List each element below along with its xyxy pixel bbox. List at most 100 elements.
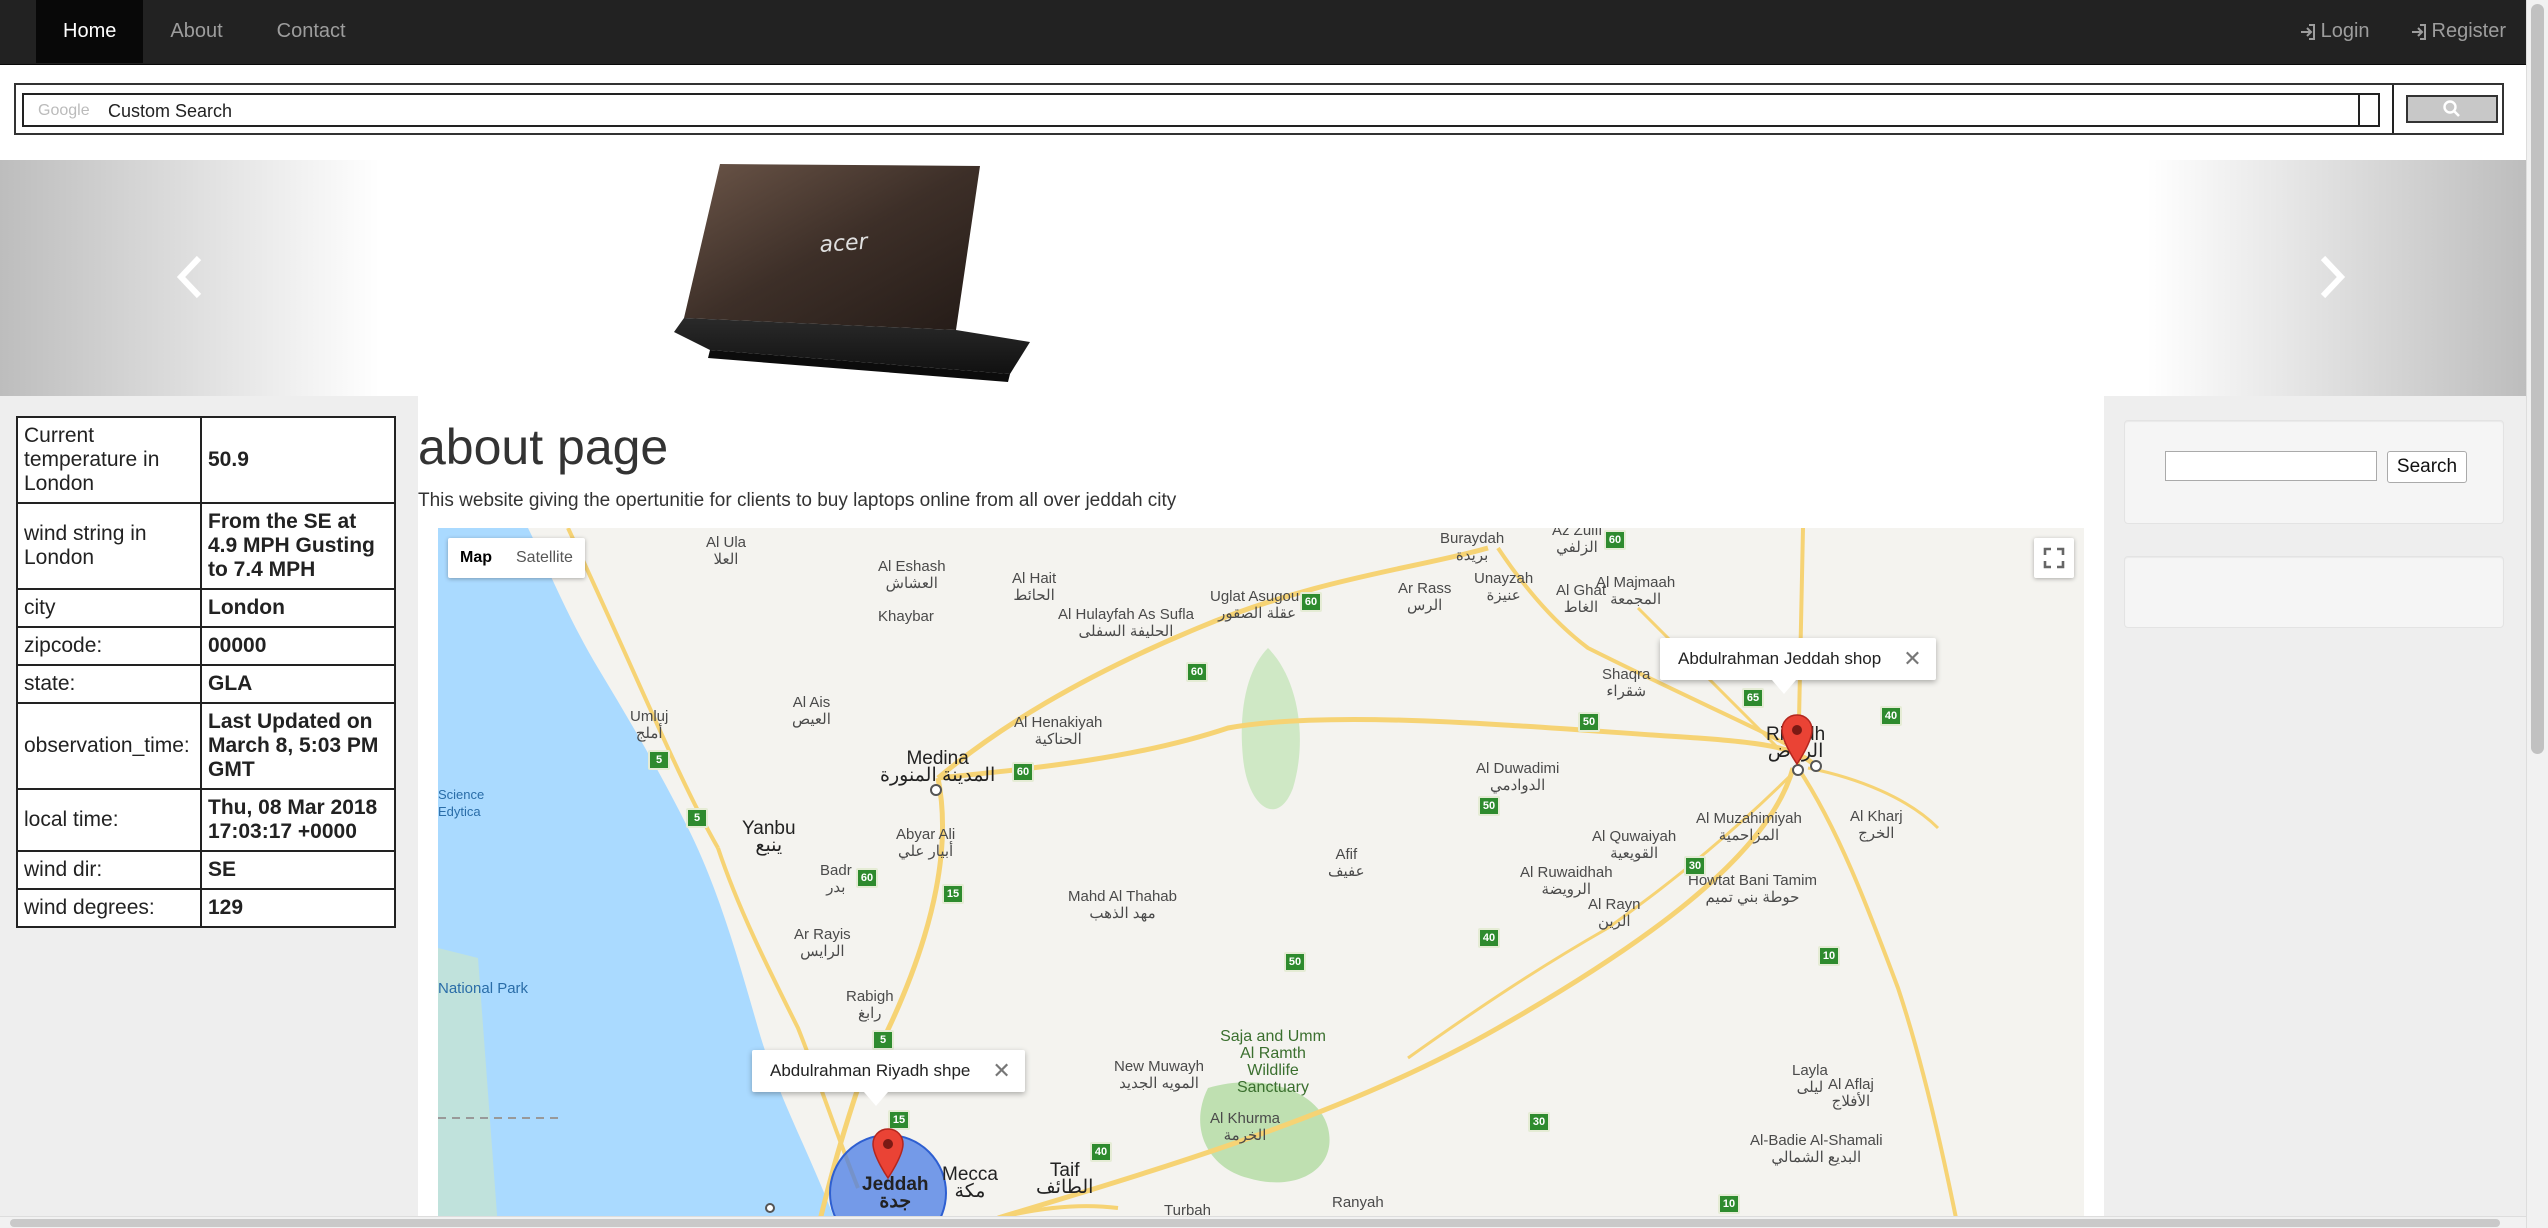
- nav-login[interactable]: Login: [2279, 0, 2390, 63]
- map-marker-pin-icon[interactable]: [1781, 714, 1813, 766]
- nav-register-label: Register: [2431, 20, 2506, 42]
- route-badge: 30: [1528, 1112, 1550, 1132]
- vertical-scrollbar-thumb[interactable]: [2531, 4, 2544, 754]
- place-label: Al Duwadimi الدوادمي: [1476, 760, 1560, 794]
- place-label: Al Muzahimiyah المزاحمية: [1696, 810, 1802, 844]
- weather-key: wind degrees:: [16, 888, 202, 928]
- place-label: Afif عفيف: [1328, 846, 1365, 880]
- route-badge: 60: [1186, 662, 1208, 682]
- info-window-label: Abdulrahman Riyadh shpe: [770, 1061, 971, 1080]
- google-map[interactable]: Buraydah بريدة Ar Rass الرس Unayzah عنيزة A…: [438, 528, 2084, 1228]
- nav-about[interactable]: About: [143, 0, 249, 63]
- search-button[interactable]: [2406, 95, 2498, 123]
- weather-value: Thu, 08 Mar 2018 17:03:17 +0000: [200, 788, 396, 852]
- place-label: Shaqra شقراء: [1602, 666, 1651, 700]
- table-row: city London: [16, 588, 396, 628]
- table-row: wind string in London From the SE at 4.9 …: [16, 502, 396, 590]
- route-badge: 15: [888, 1110, 910, 1130]
- sidebar-search-button[interactable]: Search: [2387, 451, 2467, 483]
- place-label: Al Kharj الخرج: [1850, 808, 1903, 842]
- place-label: Az Zulfi الزلفي: [1552, 528, 1603, 556]
- place-label: Badr بدر: [820, 862, 852, 896]
- place-label: Layla ليلى: [1792, 1062, 1828, 1096]
- log-in-icon: [2299, 23, 2317, 41]
- weather-value: 129: [200, 888, 396, 928]
- search-divider: [2392, 85, 2394, 133]
- close-icon[interactable]: ✕: [1903, 646, 1921, 672]
- route-badge: 60: [1012, 762, 1034, 782]
- place-label: Rabigh رابغ: [846, 988, 894, 1022]
- weather-value: 50.9: [200, 416, 396, 504]
- fullscreen-icon: [2043, 547, 2065, 569]
- place-label: Al Hait الحائط: [1012, 570, 1057, 604]
- sidebar-search-input[interactable]: [2165, 451, 2377, 481]
- table-row: wind dir: SE: [16, 850, 396, 890]
- search-input[interactable]: Google Custom Search: [22, 93, 2380, 127]
- nav-contact[interactable]: Contact: [250, 0, 373, 63]
- chevron-right-icon: [2320, 255, 2346, 299]
- place-label: Khaybar: [878, 608, 934, 625]
- route-badge: 15: [942, 884, 964, 904]
- weather-key: wind dir:: [16, 850, 202, 890]
- place-label: New Muwayh المويه الجديد: [1114, 1058, 1205, 1092]
- chevron-left-icon: [176, 255, 202, 299]
- google-custom-search: Google Custom Search: [14, 83, 2504, 135]
- place-label: Umluj أملج: [630, 708, 669, 742]
- route-badge: 60: [856, 868, 878, 888]
- route-badge: 40: [1090, 1142, 1112, 1162]
- place-label: Al Eshash العشاش: [878, 558, 946, 592]
- route-badge: 5: [648, 750, 670, 770]
- right-sidebar: Search: [2104, 396, 2526, 1228]
- carousel-prev-button[interactable]: [166, 252, 216, 302]
- map-marker-pin-icon[interactable]: [872, 1128, 904, 1180]
- map-type-satellite[interactable]: Satellite: [504, 538, 585, 578]
- table-row: zipcode: 00000: [16, 626, 396, 666]
- route-badge: 40: [1478, 928, 1500, 948]
- weather-key: state:: [16, 664, 202, 704]
- weather-table: Current temperature in London 50.9 wind s…: [16, 416, 396, 928]
- route-badge: 50: [1578, 712, 1600, 732]
- place-label: Al Quwaiyah القويعية: [1592, 828, 1677, 862]
- close-icon[interactable]: ✕: [992, 1058, 1010, 1084]
- table-row: observation_time: Last Updated on March 8…: [16, 702, 396, 790]
- carousel-next-button[interactable]: [2306, 252, 2356, 302]
- place-label: National Park: [438, 980, 529, 997]
- horizontal-scrollbar[interactable]: [0, 1216, 2526, 1228]
- place-label: Al Majmaah المجمعة: [1596, 574, 1676, 608]
- map-type-control: Map Satellite: [448, 538, 585, 578]
- table-row: Current temperature in London 50.9: [16, 416, 396, 504]
- browser-viewport: Home About Contact Login Register Google…: [0, 0, 2526, 1228]
- info-window-label: Abdulrahman Jeddah shop: [1678, 649, 1882, 668]
- info-window-jeddah-shop: Abdulrahman Jeddah shop ✕: [1660, 638, 1936, 694]
- place-label: Al Ula العلا: [706, 534, 747, 568]
- place-label: Buraydah بريدة: [1440, 530, 1505, 564]
- nav-home[interactable]: Home: [36, 0, 144, 63]
- nav-register[interactable]: Register: [2390, 0, 2526, 63]
- place-label: Al Khurma الخرمة: [1210, 1110, 1281, 1144]
- table-row: local time: Thu, 08 Mar 2018 17:03:17 +00…: [16, 788, 396, 852]
- route-badge: 65: [1742, 688, 1764, 708]
- page-description: This website giving the opertunitie for …: [418, 490, 1177, 511]
- place-label: Unayzah عنيزة: [1474, 570, 1534, 604]
- city-label-mecca: Mecca مكة: [942, 1164, 998, 1202]
- place-label: Al Hulayfah As Sufla الحليفة السفلى: [1058, 606, 1194, 640]
- weather-value: SE: [200, 850, 396, 890]
- vertical-scrollbar[interactable]: [2526, 0, 2548, 1228]
- weather-value: From the SE at 4.9 MPH Gusting to 7.4 MP…: [200, 502, 396, 590]
- route-badge: 60: [1300, 592, 1322, 612]
- horizontal-scrollbar-thumb[interactable]: [10, 1219, 2500, 1227]
- table-row: wind degrees: 129: [16, 888, 396, 928]
- image-carousel: acer: [0, 160, 2526, 396]
- search-clear-box[interactable]: [2358, 93, 2380, 127]
- place-label: Abyar Ali أبيار علي: [896, 826, 956, 860]
- city-label-jeddah: Jeddah جدة: [862, 1174, 929, 1212]
- laptop-image: acer: [674, 164, 1030, 382]
- map-type-map[interactable]: Map: [448, 538, 504, 578]
- weather-key: local time:: [16, 788, 202, 852]
- fullscreen-button[interactable]: [2034, 538, 2074, 578]
- nav-left: Home About Contact: [36, 0, 373, 63]
- city-label-taif: Taif الطائف: [1036, 1160, 1094, 1198]
- place-label: Al Henakiyah الحناكية: [1014, 714, 1103, 748]
- weather-value: GLA: [200, 664, 396, 704]
- place-label: Al Aflaj الأفلاج: [1828, 1076, 1874, 1110]
